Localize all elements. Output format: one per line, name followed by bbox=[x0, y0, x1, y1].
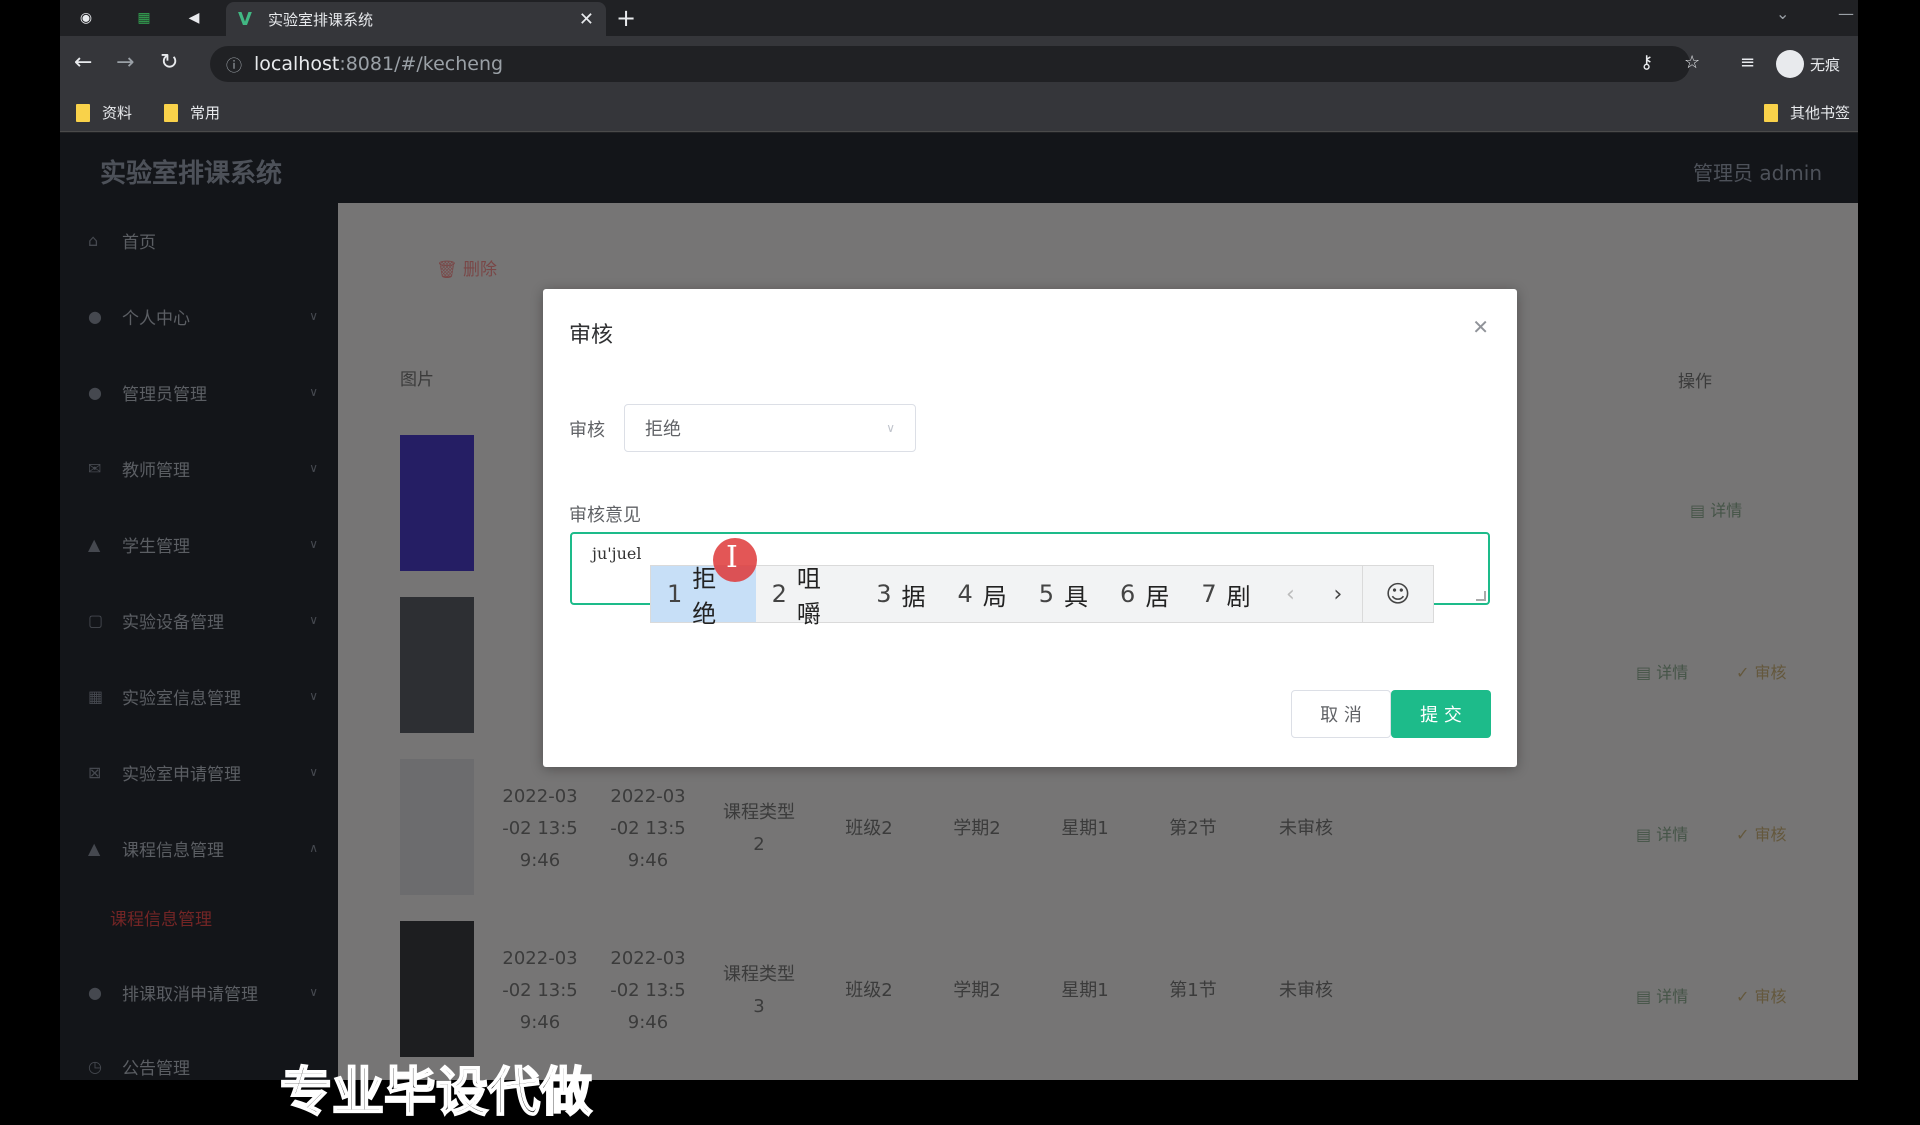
ime-candidate-bar: 1 拒绝 2 咀嚼 3据 4局 5具 6居 7剧 ‹ › ☺ bbox=[650, 565, 1434, 628]
vue-logo-icon: V bbox=[238, 8, 252, 30]
bookmarks-bar: 资料 常用 其他书签 bbox=[60, 92, 1858, 132]
site-info-icon[interactable]: ⓘ bbox=[226, 52, 242, 76]
dialog-title: 审核 bbox=[569, 323, 614, 348]
close-icon[interactable]: ✕ bbox=[1472, 315, 1489, 339]
folder-icon bbox=[164, 103, 178, 122]
submit-button[interactable]: 提 交 bbox=[1391, 690, 1491, 738]
other-bookmarks[interactable]: 其他书签 bbox=[1764, 102, 1850, 123]
ime-candidate[interactable]: 7剧 bbox=[1185, 566, 1266, 622]
reload-icon[interactable]: ↻ bbox=[160, 50, 178, 75]
tab-active[interactable]: V 实验室排课系统 ✕ bbox=[226, 2, 606, 36]
audit-dialog: 审核 ✕ 审核 拒绝 ∨ 审核意见 ju'juel 取 消 提 交 bbox=[543, 289, 1517, 767]
ime-candidate[interactable]: 3据 bbox=[860, 566, 941, 622]
bookmark-folder[interactable]: 常用 bbox=[164, 102, 220, 123]
cancel-button[interactable]: 取 消 bbox=[1291, 690, 1391, 738]
key-icon[interactable]: ⚷ bbox=[1640, 52, 1653, 73]
tab-list-icon[interactable]: ⌄ bbox=[1776, 4, 1789, 23]
audit-select[interactable]: 拒绝 ∨ bbox=[624, 404, 916, 452]
speaker-icon[interactable]: ◀ bbox=[180, 6, 208, 30]
chevron-down-icon: ∨ bbox=[886, 421, 895, 435]
ime-candidate[interactable]: 2 咀嚼 bbox=[756, 565, 861, 628]
browser-window: ◉ ▦ ◀ V 实验室排课系统 ✕ + ⌄ — ← → ↻ ⓘ localhos… bbox=[60, 0, 1858, 1080]
minimize-icon[interactable]: — bbox=[1838, 4, 1854, 23]
ime-candidate[interactable]: 6居 bbox=[1104, 566, 1185, 622]
tab-title: 实验室排课系统 bbox=[268, 10, 374, 29]
url-path: :8081/#/kecheng bbox=[339, 53, 504, 75]
new-tab-icon[interactable]: + bbox=[616, 4, 636, 32]
globe-icon[interactable]: ◉ bbox=[72, 6, 100, 30]
tab-bar: ◉ ▦ ◀ V 实验室排课系统 ✕ + ⌄ — bbox=[60, 0, 1858, 36]
resize-handle-icon[interactable] bbox=[1476, 591, 1486, 601]
text-cursor-icon: I bbox=[726, 540, 738, 575]
incognito-icon[interactable] bbox=[1776, 50, 1804, 78]
reading-list-icon[interactable]: ≡ bbox=[1740, 52, 1755, 73]
chevron-right-icon[interactable]: › bbox=[1314, 566, 1362, 622]
audit-label: 审核 bbox=[569, 420, 605, 441]
ime-composition-text: ju'juel bbox=[592, 544, 642, 563]
video-subtitle: 专业毕设代做 bbox=[279, 1062, 593, 1124]
browser-toolbar: ← → ↻ ⓘ localhost :8081/#/kecheng ⚷ ☆ ≡ … bbox=[60, 36, 1858, 92]
star-icon[interactable]: ☆ bbox=[1684, 52, 1700, 73]
ime-candidate[interactable]: 4局 bbox=[941, 566, 1022, 622]
emoji-icon[interactable]: ☺ bbox=[1361, 566, 1433, 622]
comment-label: 审核意见 bbox=[569, 505, 641, 526]
sheet-icon[interactable]: ▦ bbox=[130, 6, 158, 30]
back-icon[interactable]: ← bbox=[74, 50, 92, 75]
tab-close-icon[interactable]: ✕ bbox=[579, 9, 594, 30]
folder-icon bbox=[76, 103, 90, 122]
chevron-left-icon[interactable]: ‹ bbox=[1267, 566, 1315, 622]
profile-name[interactable]: 无痕 bbox=[1810, 54, 1840, 75]
folder-icon bbox=[1764, 103, 1778, 122]
forward-icon[interactable]: → bbox=[116, 50, 134, 75]
bookmark-folder[interactable]: 资料 bbox=[76, 102, 132, 123]
ime-candidate[interactable]: 5具 bbox=[1023, 566, 1104, 622]
url-host: localhost bbox=[254, 53, 340, 75]
address-bar[interactable]: ⓘ localhost :8081/#/kecheng bbox=[210, 46, 1690, 82]
